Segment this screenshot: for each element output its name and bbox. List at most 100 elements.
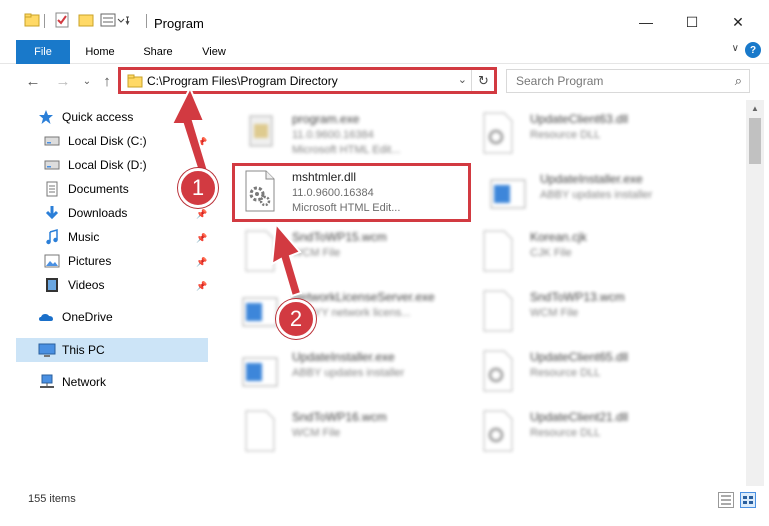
sidebar-item-label: Videos xyxy=(68,278,105,292)
scroll-thumb[interactable] xyxy=(749,118,761,164)
pin-icon[interactable]: 📌 xyxy=(196,137,207,148)
file-item[interactable]: SndToWP15.wcm WCM File xyxy=(232,222,462,278)
exe-icon xyxy=(240,110,280,156)
downloads-icon xyxy=(44,205,62,221)
callout-step-2: 2 xyxy=(276,299,316,339)
file-type: CJK File xyxy=(530,247,572,259)
star-icon xyxy=(38,109,56,125)
collapse-ribbon-icon[interactable]: ∨ xyxy=(732,43,739,54)
up-button[interactable]: ↑ xyxy=(98,72,116,90)
drive-icon xyxy=(44,157,62,173)
app-window-icon xyxy=(488,170,528,216)
dll-gear-icon xyxy=(478,408,518,454)
file-name: UpdateClient65.dll xyxy=(530,350,629,364)
close-button[interactable]: ✕ xyxy=(723,10,753,34)
navigation-pane: Quick access Local Disk (C:) 📌 Local Dis… xyxy=(0,100,210,486)
sidebar-item-this-pc[interactable]: This PC xyxy=(38,339,105,361)
file-item[interactable]: UpdateInstaller.exe ABBY updates install… xyxy=(232,342,462,398)
tiles-view-icon[interactable] xyxy=(740,492,756,508)
file-type: WCM File xyxy=(292,427,341,439)
sidebar-item-pictures[interactable]: Pictures xyxy=(44,250,111,272)
tab-home[interactable]: Home xyxy=(76,42,124,62)
file-name: SndToWP16.wcm xyxy=(292,410,387,424)
sidebar-item-downloads[interactable]: Downloads xyxy=(44,202,127,224)
sidebar-item-label: Network xyxy=(62,375,107,389)
dll-gear-icon xyxy=(478,110,518,156)
file-name: SndToWP15.wcm xyxy=(292,230,387,244)
sidebar-item-label: Music xyxy=(68,230,100,244)
details-view-icon[interactable] xyxy=(718,492,734,508)
file-name: NetworkLicenseServer.exe xyxy=(292,290,435,304)
file-name: UpdateInstaller.exe xyxy=(292,350,395,364)
file-type: ABBY updates installer xyxy=(292,367,405,379)
new-folder-icon[interactable] xyxy=(78,12,94,28)
videos-icon xyxy=(44,277,62,293)
properties-icon[interactable] xyxy=(54,12,70,28)
tab-file[interactable]: File xyxy=(16,40,70,64)
music-icon xyxy=(44,229,62,245)
file-name: UpdateClient21.dll xyxy=(530,410,629,424)
address-highlight-box xyxy=(118,67,497,94)
search-placeholder: Search Program xyxy=(516,74,604,88)
sidebar-item-videos[interactable]: Videos xyxy=(44,274,104,296)
network-icon xyxy=(38,374,56,390)
file-version: 11.0.9600.16384 xyxy=(292,129,374,141)
file-item[interactable]: UpdateInstaller.exe ABBY updates install… xyxy=(480,164,710,220)
file-item[interactable]: SndToWP16.wcm WCM File xyxy=(232,402,462,458)
computer-icon xyxy=(38,342,56,358)
status-bar: 155 items xyxy=(0,486,769,526)
file-item[interactable]: NetworkLicenseServer.exe ABBYY network l… xyxy=(232,282,462,338)
sidebar-item-music[interactable]: Music xyxy=(44,226,99,248)
folder-icon xyxy=(24,12,40,28)
file-item[interactable]: SndToWP13.wcm WCM File xyxy=(470,282,700,338)
recent-locations-button[interactable]: ⌄ xyxy=(78,72,96,90)
sidebar-item-label: Pictures xyxy=(68,254,112,268)
file-type: Resource DLL xyxy=(530,367,601,379)
file-type: WCM File xyxy=(292,247,341,259)
sidebar-item-network[interactable]: Network xyxy=(38,371,106,393)
tab-share[interactable]: Share xyxy=(134,42,182,62)
file-item[interactable]: program.exe 11.0.9600.16384 Microsoft HT… xyxy=(232,104,462,160)
file-type: WCM File xyxy=(530,307,579,319)
sidebar-item-local-disk-c[interactable]: Local Disk (C:) xyxy=(44,130,147,152)
search-box[interactable]: Search Program ⌕ xyxy=(506,69,750,93)
pin-icon[interactable]: 📌 xyxy=(196,233,207,244)
blank-file-icon xyxy=(478,228,518,274)
file-name: UpdateClient63.dll xyxy=(530,112,629,126)
documents-icon xyxy=(44,181,62,197)
file-name: Korean.cjk xyxy=(530,230,587,244)
blank-file-icon xyxy=(478,288,518,334)
pin-icon[interactable]: 📌 xyxy=(196,257,207,268)
help-button[interactable]: ? xyxy=(745,42,761,58)
sidebar-item-label: Quick access xyxy=(62,110,134,124)
sidebar-item-local-disk-d[interactable]: Local Disk (D:) xyxy=(44,154,147,176)
vertical-scrollbar[interactable]: ▲ xyxy=(746,100,764,486)
minimize-button[interactable]: — xyxy=(631,10,661,34)
scroll-up-icon[interactable]: ▲ xyxy=(746,100,764,116)
maximize-button[interactable]: ☐ xyxy=(677,10,707,34)
sidebar-item-label: This PC xyxy=(62,343,105,357)
sidebar-item-quick-access[interactable]: Quick access xyxy=(38,106,133,128)
file-type: ABBY updates installer xyxy=(540,189,653,201)
pin-icon[interactable]: 📌 xyxy=(196,209,207,220)
file-name: SndToWP13.wcm xyxy=(530,290,625,304)
customize-qa-icon[interactable] xyxy=(100,12,130,28)
blank-file-icon xyxy=(240,408,280,454)
sidebar-item-label: Local Disk (D:) xyxy=(68,158,147,172)
sidebar-item-onedrive[interactable]: OneDrive xyxy=(38,306,113,328)
onedrive-icon xyxy=(38,309,56,325)
file-item[interactable]: UpdateClient63.dll Resource DLL xyxy=(470,104,700,160)
pin-icon[interactable]: 📌 xyxy=(196,281,207,292)
forward-button[interactable]: → xyxy=(54,72,72,90)
dll-gear-icon xyxy=(478,348,518,394)
file-name: UpdateInstaller.exe xyxy=(540,172,643,186)
file-item[interactable]: UpdateClient21.dll Resource DLL xyxy=(470,402,700,458)
window-title: Program xyxy=(154,16,204,31)
file-item[interactable]: UpdateClient65.dll Resource DLL xyxy=(470,342,700,398)
tab-view[interactable]: View xyxy=(192,42,236,62)
app-window-icon xyxy=(240,288,280,334)
file-item[interactable]: Korean.cjk CJK File xyxy=(470,222,700,278)
back-button[interactable]: ← xyxy=(24,72,42,90)
search-icon[interactable]: ⌕ xyxy=(735,73,742,89)
sidebar-item-documents[interactable]: Documents xyxy=(44,178,129,200)
